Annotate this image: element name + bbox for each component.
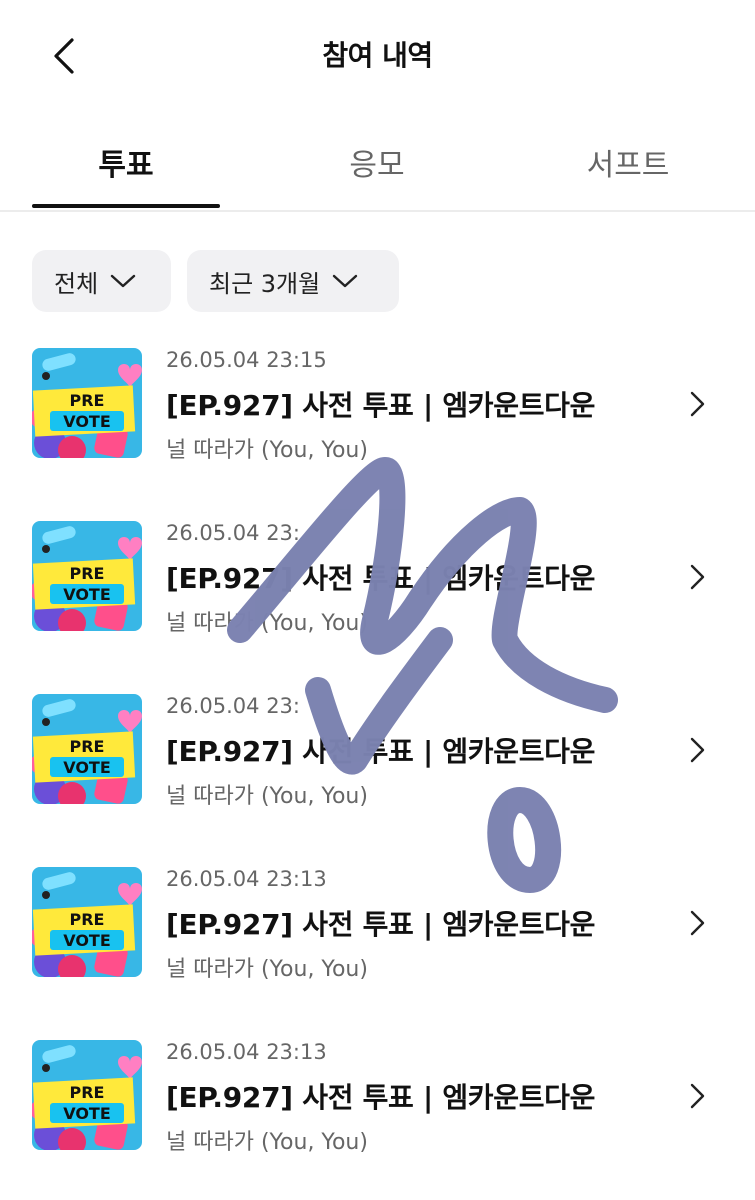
pre-vote-thumbnail: PRE VOTE [32,1040,142,1150]
svg-text:VOTE: VOTE [63,585,111,604]
item-date: 26.05.04 23: [166,694,300,718]
item-title: [EP.927] 사전 투표 | 엠카운트다운 [166,389,596,422]
svg-text:VOTE: VOTE [63,758,111,777]
item-song: 널 따라가 (You, You) [166,611,368,636]
tab-vote[interactable]: 투표 [32,140,220,184]
chevron-right-icon [690,737,705,763]
tab-support[interactable]: 서프트 [534,140,722,184]
item-date: 26.05.04 23:13 [166,1040,327,1064]
svg-text:VOTE: VOTE [63,1104,111,1123]
list-item[interactable]: PRE VOTE 26.05.04 23: [EP.927] 사전 투표 | 엠카… [0,521,755,671]
svg-text:PRE: PRE [70,564,105,583]
svg-text:VOTE: VOTE [63,412,111,431]
list-item[interactable]: PRE VOTE 26.05.04 23:15 [EP.927] 사전 투표 | … [0,348,755,498]
period-filter-label: 최근 3개월 [209,269,321,298]
pre-vote-thumbnail: PRE VOTE [32,348,142,458]
item-title: [EP.927] 사전 투표 | 엠카운트다운 [166,562,596,595]
chevron-down-icon [110,274,136,288]
item-date: 26.05.04 23:13 [166,867,327,891]
item-song: 널 따라가 (You, You) [166,784,368,809]
chevron-right-icon [690,564,705,590]
list-item[interactable]: PRE VOTE 26.05.04 23: [EP.927] 사전 투표 | 엠카… [0,694,755,844]
chevron-right-icon [690,910,705,936]
tab-bar: 투표 응모 서프트 [0,110,755,212]
item-title: [EP.927] 사전 투표 | 엠카운트다운 [166,908,596,941]
chevron-right-icon [690,391,705,417]
active-tab-indicator [32,204,220,208]
item-song: 널 따라가 (You, You) [166,957,368,982]
period-filter-dropdown[interactable]: 최근 3개월 [187,250,399,312]
item-song: 널 따라가 (You, You) [166,438,368,463]
list-item[interactable]: PRE VOTE 26.05.04 23:13 [EP.927] 사전 투표 | … [0,1040,755,1190]
chevron-right-icon [690,1083,705,1109]
item-title: [EP.927] 사전 투표 | 엠카운트다운 [166,735,596,768]
item-date: 26.05.04 23:15 [166,348,327,372]
top-bar: 참여 내역 [0,0,755,110]
item-date: 26.05.04 23: [166,521,300,545]
tab-entry[interactable]: 응모 [283,140,471,184]
svg-text:VOTE: VOTE [63,931,111,950]
item-title: [EP.927] 사전 투표 | 엠카운트다운 [166,1081,596,1114]
pre-vote-thumbnail: PRE VOTE [32,694,142,804]
svg-text:PRE: PRE [70,1083,105,1102]
svg-text:PRE: PRE [70,391,105,410]
svg-text:PRE: PRE [70,737,105,756]
list-item[interactable]: PRE VOTE 26.05.04 23:13 [EP.927] 사전 투표 | … [0,867,755,1017]
category-filter-dropdown[interactable]: 전체 [32,250,171,312]
item-song: 널 따라가 (You, You) [166,1130,368,1155]
pre-vote-thumbnail: PRE VOTE [32,867,142,977]
category-filter-label: 전체 [54,269,99,298]
pre-vote-thumbnail: PRE VOTE [32,521,142,631]
page-title: 참여 내역 [322,39,433,72]
chevron-down-icon [333,274,358,288]
svg-text:PRE: PRE [70,910,105,929]
